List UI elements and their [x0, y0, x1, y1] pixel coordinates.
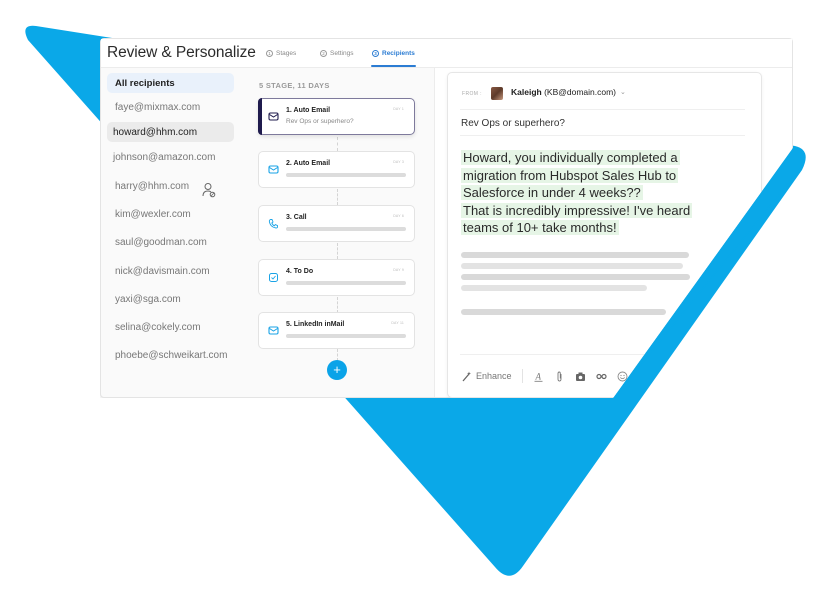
- divider: [460, 135, 745, 136]
- all-recipients-item[interactable]: All recipients: [107, 73, 234, 93]
- recipient-item-selected[interactable]: howard@hhm.com: [107, 122, 234, 142]
- stage-connector: [337, 297, 338, 313]
- mail-icon: [268, 326, 279, 335]
- personalized-line: That is incredibly impressive! I've hear…: [461, 202, 693, 218]
- recipient-item[interactable]: faye@mixmax.com: [107, 97, 234, 117]
- sequence-summary: 5 STAGE, 11 DAYS: [259, 81, 330, 90]
- step-number-icon: 2: [320, 49, 327, 57]
- tab-recipients[interactable]: 3 Recipients: [372, 48, 415, 58]
- stage-title: 1. Auto Email: [286, 107, 331, 114]
- stage-title: 5. LinkedIn inMail: [286, 321, 345, 328]
- tab-label: Settings: [330, 49, 354, 57]
- placeholder-line: [461, 309, 666, 315]
- recipient-item[interactable]: nick@davismain.com: [107, 261, 234, 281]
- active-tab-indicator: [371, 65, 416, 67]
- mail-icon: [268, 165, 279, 174]
- stage-card-4[interactable]: 4. To Do DAY 9: [258, 259, 415, 296]
- step-number-icon: 1: [266, 49, 273, 57]
- tab-settings[interactable]: 2 Settings: [320, 48, 354, 58]
- step-number-icon: 3: [372, 49, 379, 57]
- email-body[interactable]: Howard, you individually completed a mig…: [461, 149, 693, 237]
- header: Review & Personalize 1 Stages 2 Settings…: [101, 39, 792, 68]
- text-format-icon[interactable]: A: [533, 371, 544, 382]
- stage-title: 4. To Do: [286, 268, 314, 275]
- from-sender[interactable]: Kaleigh (KB@domain.com): [511, 87, 616, 97]
- sender-address: (KB@domain.com): [544, 87, 617, 97]
- stage-subtitle: Rev Ops or superhero?: [286, 118, 354, 125]
- stage-card-5[interactable]: 5. LinkedIn inMail DAY 11: [258, 312, 415, 349]
- recipient-item[interactable]: phoebe@schweikart.com: [107, 345, 234, 365]
- magic-wand-icon: [462, 371, 471, 381]
- tab-stages[interactable]: 1 Stages: [266, 48, 296, 58]
- stage-title: 3. Call: [286, 214, 307, 221]
- placeholder-bar: [286, 281, 406, 285]
- stage-day: DAY 9: [393, 268, 404, 272]
- stage-title: 2. Auto Email: [286, 160, 331, 167]
- stage-card-3[interactable]: 3. Call DAY 6: [258, 205, 415, 242]
- recipient-item[interactable]: johnson@amazon.com: [107, 147, 234, 167]
- editor-toolbar: Enhance A: [461, 369, 628, 383]
- recipient-item[interactable]: yaxi@sga.com: [107, 289, 234, 309]
- placeholder-line: [461, 252, 689, 258]
- attachment-icon[interactable]: [554, 371, 565, 382]
- page-title: Review & Personalize: [107, 44, 256, 61]
- tab-label: Stages: [276, 49, 297, 57]
- add-stage-button[interactable]: +: [327, 360, 347, 380]
- link-icon[interactable]: [595, 371, 607, 382]
- personalized-line: Howard, you individually completed a: [461, 150, 680, 165]
- stage-day: DAY 11: [391, 321, 404, 325]
- sender-name: Kaleigh: [511, 87, 542, 97]
- recipient-item[interactable]: saul@goodman.com: [107, 232, 234, 252]
- user-settings-icon[interactable]: [202, 182, 216, 198]
- divider: [460, 109, 745, 110]
- stage-card-1[interactable]: 1. Auto Email Rev Ops or superhero? DAY …: [258, 98, 415, 135]
- personalized-line: Salesforce in under 4 weeks??: [461, 185, 643, 200]
- checkbox-icon: [269, 273, 278, 282]
- stage-connector: [337, 189, 338, 205]
- toolbar-separator: [521, 369, 523, 383]
- enhance-button[interactable]: Enhance: [461, 371, 512, 382]
- placeholder-line: [461, 263, 683, 269]
- personalized-line: teams of 10+ take months!: [461, 220, 619, 235]
- avatar: [491, 87, 503, 100]
- stage-connector: [337, 137, 338, 151]
- stage-day: DAY 6: [393, 214, 404, 218]
- phone-icon: [268, 219, 278, 229]
- mail-icon: [268, 112, 279, 121]
- recipient-item[interactable]: selina@cokely.com: [107, 317, 234, 337]
- placeholder-bar: [286, 173, 406, 177]
- stage-day: DAY 3: [393, 160, 404, 164]
- camera-icon[interactable]: [575, 371, 586, 382]
- enhance-label: Enhance: [476, 371, 512, 381]
- placeholder-bar: [286, 227, 406, 231]
- from-label: FROM :: [462, 91, 482, 97]
- stage-day: DAY 1: [393, 107, 404, 111]
- subject-field[interactable]: Rev Ops or superhero?: [461, 118, 565, 129]
- svg-text:A: A: [534, 371, 541, 381]
- tab-label: Recipients: [382, 49, 415, 57]
- personalized-line: migration from Hubspot Sales Hub to: [461, 167, 679, 183]
- placeholder-line: [461, 285, 647, 291]
- placeholder-line: [461, 274, 690, 280]
- stage-card-2[interactable]: 2. Auto Email DAY 3: [258, 151, 415, 188]
- placeholder-bar: [286, 334, 406, 338]
- emoji-icon[interactable]: [617, 371, 628, 382]
- chevron-down-icon[interactable]: ⌄: [620, 88, 626, 96]
- recipient-item[interactable]: kim@wexler.com: [107, 204, 234, 224]
- stage-connector: [337, 243, 338, 259]
